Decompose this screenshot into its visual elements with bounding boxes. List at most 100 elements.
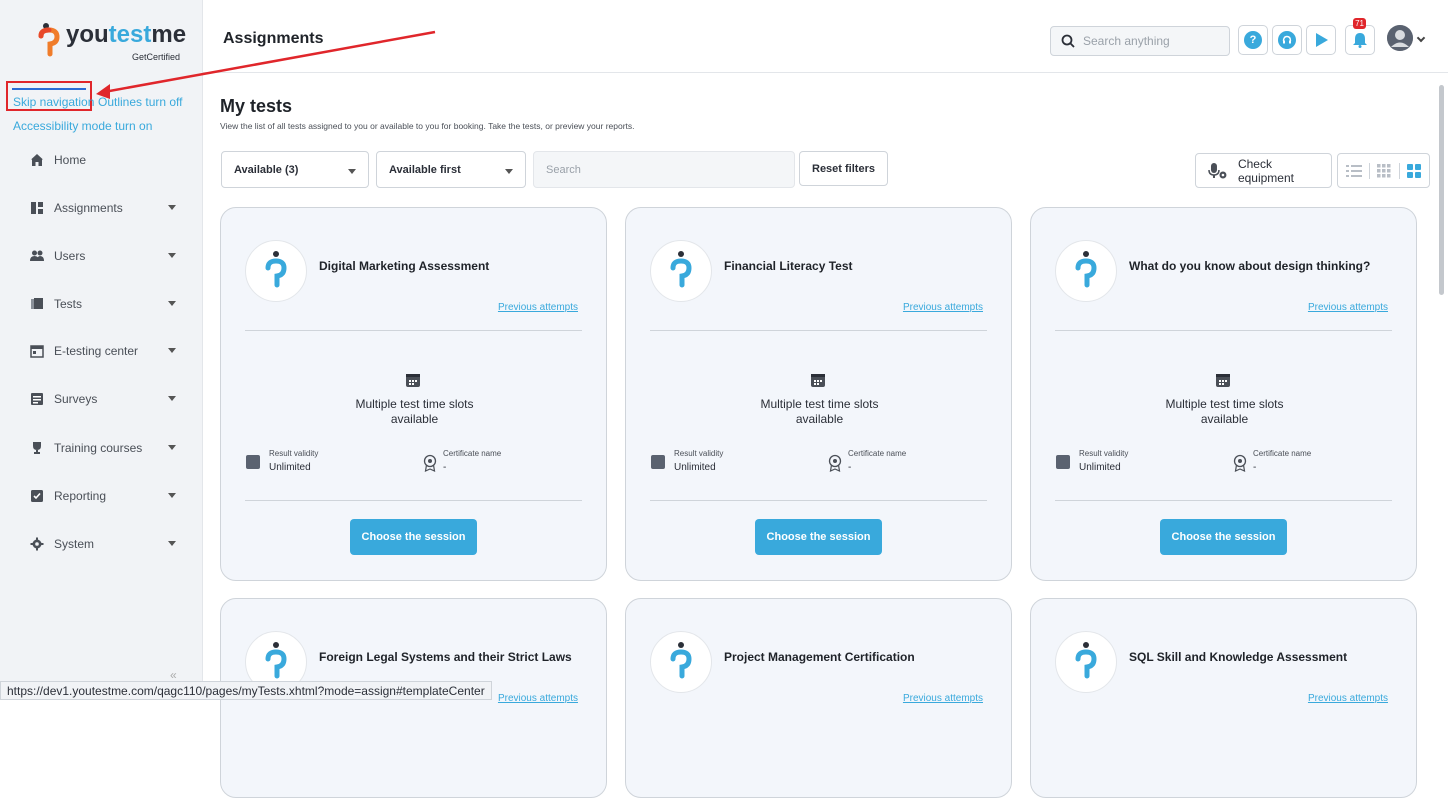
previous-attempts-link[interactable]: Previous attempts — [903, 302, 983, 313]
support-button[interactable] — [1272, 25, 1302, 55]
time-slots-label: Multiple test time slots available — [355, 397, 474, 426]
result-validity-icon — [1056, 455, 1070, 469]
result-validity-value: Unlimited — [674, 462, 716, 473]
sidebar-item-system[interactable]: System — [30, 529, 190, 559]
chevron-down-icon[interactable] — [1416, 33, 1426, 43]
gear-icon — [30, 537, 44, 551]
result-validity-label: Result validity — [1079, 449, 1129, 458]
status-filter-value: Available (3) — [234, 163, 299, 176]
divider — [650, 500, 987, 501]
sidebar-item-label: Home — [54, 153, 87, 167]
small-grid-view-icon[interactable] — [1377, 163, 1391, 178]
previous-attempts-link[interactable]: Previous attempts — [903, 693, 983, 704]
result-validity-label: Result validity — [674, 449, 724, 458]
chevron-down-icon — [168, 253, 176, 258]
check-equipment-button[interactable]: Check equipment — [1195, 153, 1332, 188]
test-title: Financial Literacy Test — [724, 259, 853, 273]
time-slots-text: Multiple test time slots available — [1031, 397, 1418, 427]
sidebar-item-home[interactable]: Home — [30, 145, 190, 175]
view-toggle-group — [1337, 153, 1430, 188]
choose-session-button[interactable]: Choose the session — [755, 519, 882, 555]
survey-icon — [31, 393, 43, 405]
accessibility-mode-link[interactable]: Accessibility mode turn on — [13, 119, 152, 133]
previous-attempts-link[interactable]: Previous attempts — [498, 302, 578, 313]
help-button[interactable]: ? — [1238, 25, 1268, 55]
notification-count-badge: 71 — [1353, 18, 1366, 29]
sidebar-item-label: Reporting — [54, 489, 107, 503]
search-icon — [1061, 34, 1075, 48]
chevron-down-icon — [168, 301, 176, 306]
calendar-icon — [406, 374, 420, 387]
sort-select[interactable]: Available first — [376, 151, 526, 188]
sidebar-item-training-courses[interactable]: Training courses — [30, 433, 190, 463]
test-title: SQL Skill and Knowledge Assessment — [1129, 650, 1348, 664]
test-logo-icon — [650, 631, 712, 693]
divider — [1055, 330, 1392, 331]
previous-attempts-link[interactable]: Previous attempts — [1308, 302, 1388, 313]
test-logo-icon — [245, 240, 307, 302]
user-icon — [1387, 25, 1413, 51]
result-validity-value: Unlimited — [269, 462, 311, 473]
list-view-icon[interactable] — [1345, 164, 1362, 178]
previous-attempts-link[interactable]: Previous attempts — [1308, 693, 1388, 704]
sidebar-item-label: Tests — [54, 297, 83, 311]
result-validity-value: Unlimited — [1079, 462, 1121, 473]
sidebar-item-tests[interactable]: Tests — [30, 289, 190, 319]
chevron-down-icon — [168, 445, 176, 450]
status-filter-select[interactable]: Available (3) — [221, 151, 369, 188]
calendar-icon — [1216, 374, 1230, 387]
avatar[interactable] — [1387, 25, 1413, 51]
certificate-name-value: - — [443, 462, 447, 473]
certificate-name-value: - — [848, 462, 852, 473]
sidebar-item-surveys[interactable]: Surveys — [30, 384, 190, 414]
reporting-icon — [31, 490, 43, 502]
annotation-arrow — [96, 30, 436, 99]
test-logo-icon — [1055, 240, 1117, 302]
sidebar-item-users[interactable]: Users — [30, 241, 190, 271]
assignments-icon — [31, 202, 43, 214]
notifications-button[interactable]: 71 — [1345, 18, 1375, 55]
choose-session-button[interactable]: Choose the session — [350, 519, 477, 555]
users-icon — [30, 250, 44, 261]
chevron-down-icon — [168, 348, 176, 353]
collapse-sidebar-icon[interactable]: « — [170, 668, 177, 682]
page-scrollbar[interactable] — [1439, 85, 1444, 295]
sort-value: Available first — [389, 163, 461, 176]
sidebar-item-reporting[interactable]: Reporting — [30, 481, 190, 511]
test-card: What do you know about design thinking? … — [1030, 207, 1417, 581]
test-logo-icon — [1055, 631, 1117, 693]
test-card: SQL Skill and Knowledge Assessment Previ… — [1030, 598, 1417, 798]
status-bar-url: https://dev1.youtestme.com/qagc110/pages… — [0, 681, 492, 700]
sidebar-item-assignments[interactable]: Assignments — [30, 193, 190, 223]
sidebar-item-label: Surveys — [54, 392, 98, 406]
global-search-input[interactable]: Search anything — [1050, 26, 1230, 56]
sidebar-item-label: E-testing center — [54, 344, 139, 358]
time-slots-text: Multiple test time slots available — [221, 397, 608, 427]
tutorial-play-button[interactable] — [1306, 25, 1336, 55]
reset-filters-button[interactable]: Reset filters — [799, 151, 888, 186]
result-validity-icon — [651, 455, 665, 469]
card-grid-view-icon[interactable] — [1407, 163, 1422, 178]
divider — [1369, 162, 1371, 179]
chevron-down-icon — [168, 205, 176, 210]
choose-session-button[interactable]: Choose the session — [1160, 519, 1287, 555]
sidebar-item-label: System — [54, 537, 95, 551]
search-placeholder: Search anything — [1083, 34, 1170, 48]
certificate-icon — [423, 454, 437, 472]
test-search-input[interactable]: Search — [533, 151, 795, 188]
result-validity-label: Result validity — [269, 449, 319, 458]
divider — [1398, 162, 1400, 179]
check-equipment-label: Check equipment — [1237, 156, 1294, 185]
sidebar-item-e-testing-center[interactable]: E-testing center — [30, 336, 190, 366]
certificate-name-label: Certificate name — [1253, 449, 1312, 458]
test-card: Financial Literacy Test Previous attempt… — [625, 207, 1012, 581]
certificate-icon — [828, 454, 842, 472]
result-validity-icon — [246, 455, 260, 469]
play-icon — [1316, 33, 1328, 47]
headset-icon — [1278, 31, 1296, 49]
test-card: Project Management Certification Previou… — [625, 598, 1012, 798]
previous-attempts-link[interactable]: Previous attempts — [498, 693, 578, 704]
divider — [245, 330, 582, 331]
divider — [1055, 500, 1392, 501]
certificate-name-label: Certificate name — [443, 449, 502, 458]
